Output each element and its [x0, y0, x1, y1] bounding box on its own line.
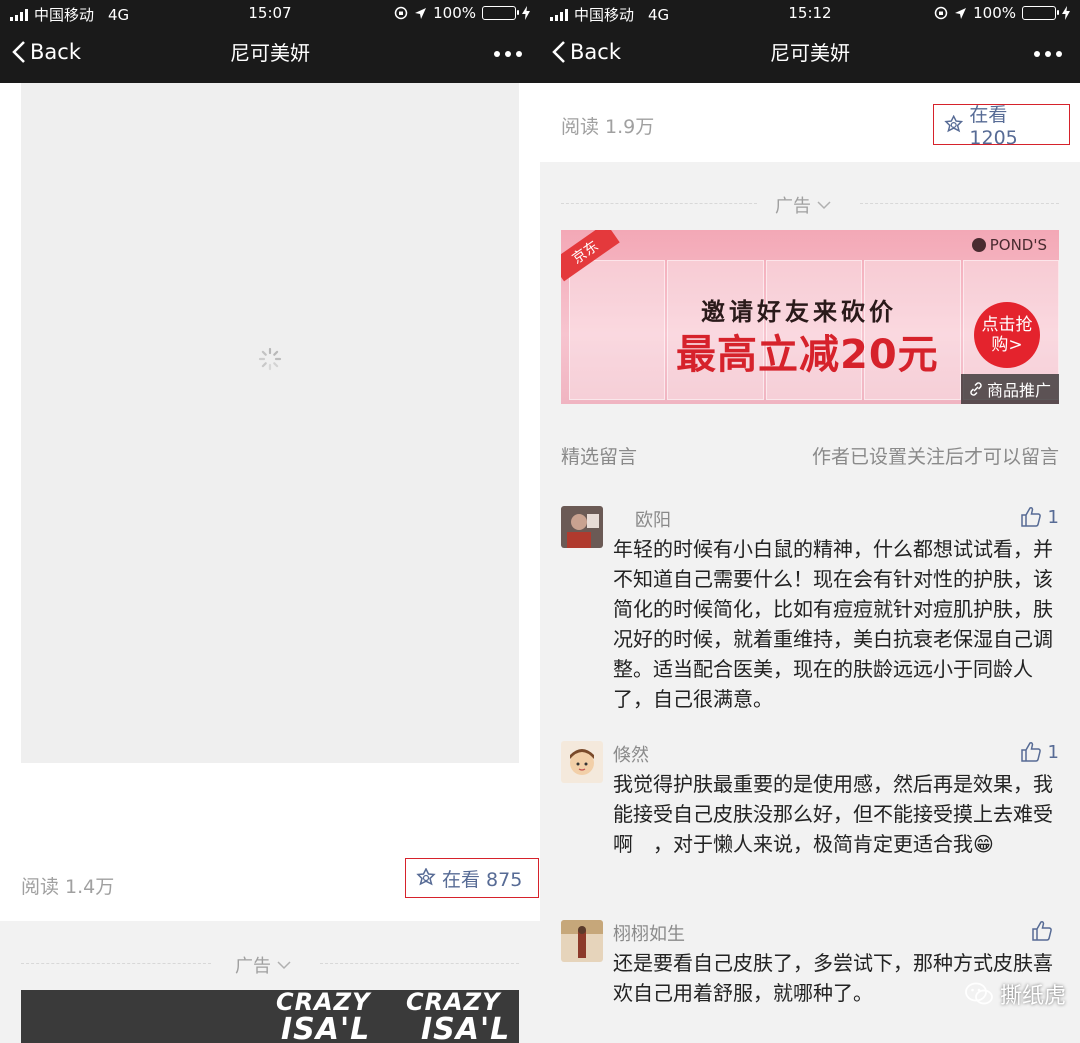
- like-button[interactable]: 1: [1020, 741, 1059, 763]
- watching-button[interactable]: 在看 875: [405, 858, 539, 898]
- ad-banner[interactable]: 京东 POND'S 邀请好友来砍价 最高立减20元 点击抢购> 商品推广: [561, 230, 1059, 404]
- promo-text: 商品推广: [986, 381, 1051, 400]
- comment-author: 倏然: [613, 745, 649, 766]
- avatar[interactable]: [561, 506, 603, 548]
- battery-icon: [482, 6, 519, 20]
- divider: [561, 203, 757, 204]
- divider: [860, 203, 1059, 204]
- avatar-image-icon: [561, 920, 603, 962]
- brand-logo: POND'S: [971, 236, 1047, 254]
- read-count: 阅读 1.4万: [21, 876, 115, 898]
- avatar[interactable]: [561, 920, 603, 962]
- comment-item: 欧阳 1 年轻的时候有小白鼠的精神，什么都想试试看，并不知道自己需要什么！现在会…: [561, 506, 1059, 711]
- avatar-image-icon: [561, 506, 603, 548]
- battery-percent: 100%: [433, 4, 476, 22]
- comment-content: 我觉得护肤最重要的是使用感，然后再是效果，我能接受自己皮肤没那么好，但不能接受摸…: [613, 772, 1053, 856]
- watching-star-icon: [416, 868, 436, 886]
- avatar[interactable]: [561, 741, 603, 783]
- watching-count: 在看 1205: [969, 104, 1018, 149]
- nav-title: 尼可美妍: [770, 41, 850, 65]
- comments-header: 精选留言 作者已设置关注后才可以留言: [561, 442, 1059, 469]
- ad-label[interactable]: 广告: [235, 952, 291, 978]
- chevron-down-icon: [817, 200, 831, 209]
- status-bar: 中国移动 4G 15:07 100%: [0, 0, 540, 27]
- wechat-icon: [965, 982, 993, 1005]
- comments-note: 作者已设置关注后才可以留言: [811, 446, 1059, 468]
- charging-icon: [522, 6, 530, 20]
- thumbs-up-icon: [1020, 741, 1041, 762]
- ponds-logo-icon: [971, 238, 986, 252]
- location-icon: [955, 7, 967, 19]
- promo-tag: 商品推广: [960, 374, 1059, 404]
- comment-author: 欧阳: [635, 510, 671, 531]
- like-button[interactable]: [1031, 920, 1059, 942]
- link-icon: [970, 382, 982, 396]
- thumbs-up-icon: [1032, 920, 1052, 941]
- loading-image-placeholder: [21, 83, 519, 763]
- ad-banner-text: ISA'L: [281, 1012, 371, 1043]
- watermark: 撕纸虎: [964, 978, 1066, 1010]
- ad-label-text: 广告: [235, 956, 271, 977]
- location-icon: [415, 7, 427, 19]
- ad-label[interactable]: 广告: [775, 192, 831, 218]
- ad-cta-button[interactable]: 点击抢购>: [974, 302, 1040, 368]
- more-button[interactable]: [1034, 51, 1062, 57]
- ad-banner-text: ISA'L: [421, 1012, 511, 1043]
- ad-banner[interactable]: CRAZY CRAZY ISA'L ISA'L: [21, 990, 519, 1043]
- divider: [320, 963, 519, 964]
- thumbs-up-icon: [1020, 506, 1041, 527]
- watching-star-icon: [944, 114, 964, 132]
- watermark-text: 撕纸虎: [999, 984, 1066, 1009]
- ad-discount: 最高立减20元: [676, 332, 939, 378]
- read-count: 阅读 1.9万: [561, 116, 655, 138]
- battery-icon: [1022, 6, 1059, 20]
- right-screenshot: 中国移动 4G 15:12 100% Back 尼可美妍 阅读 1.9万 在看 …: [540, 0, 1080, 1043]
- comment-author: 栩栩如生: [613, 924, 685, 945]
- status-right: 100%: [934, 4, 1070, 22]
- nav-bar: Back 尼可美妍: [540, 27, 1080, 83]
- orientation-lock-icon: [934, 6, 948, 20]
- comment-item: 倏然 1 我觉得护肤最重要的是使用感，然后再是效果，我能接受自己皮肤没那么好，但…: [561, 741, 1059, 891]
- like-button[interactable]: 1: [1020, 506, 1059, 528]
- more-button[interactable]: [494, 51, 522, 57]
- brand-name: POND'S: [989, 236, 1047, 254]
- nav-bar: Back 尼可美妍: [0, 27, 540, 83]
- left-screenshot: 中国移动 4G 15:07 100% Back 尼可美妍 阅读 1.4万 在看 …: [0, 0, 540, 1043]
- avatar-image-icon: [561, 741, 603, 783]
- nav-title: 尼可美妍: [230, 41, 310, 65]
- watching-button[interactable]: 在看 1205: [933, 104, 1070, 149]
- charging-icon: [1062, 6, 1070, 20]
- comment-content: 年轻的时候有小白鼠的精神，什么都想试试看，并不知道自己需要什么！现在会有针对性的…: [613, 537, 1053, 711]
- ad-label-text: 广告: [775, 196, 811, 217]
- loading-spinner-icon: [258, 347, 282, 371]
- status-bar: 中国移动 4G 15:12 100%: [540, 0, 1080, 27]
- status-right: 100%: [394, 4, 530, 22]
- comments-title: 精选留言: [561, 446, 638, 468]
- watching-count: 在看 875: [442, 868, 523, 891]
- divider: [21, 963, 211, 964]
- like-count: 1: [1047, 741, 1059, 763]
- like-count: 1: [1047, 506, 1059, 528]
- chevron-down-icon: [277, 960, 291, 969]
- battery-percent: 100%: [973, 4, 1016, 22]
- orientation-lock-icon: [394, 6, 408, 20]
